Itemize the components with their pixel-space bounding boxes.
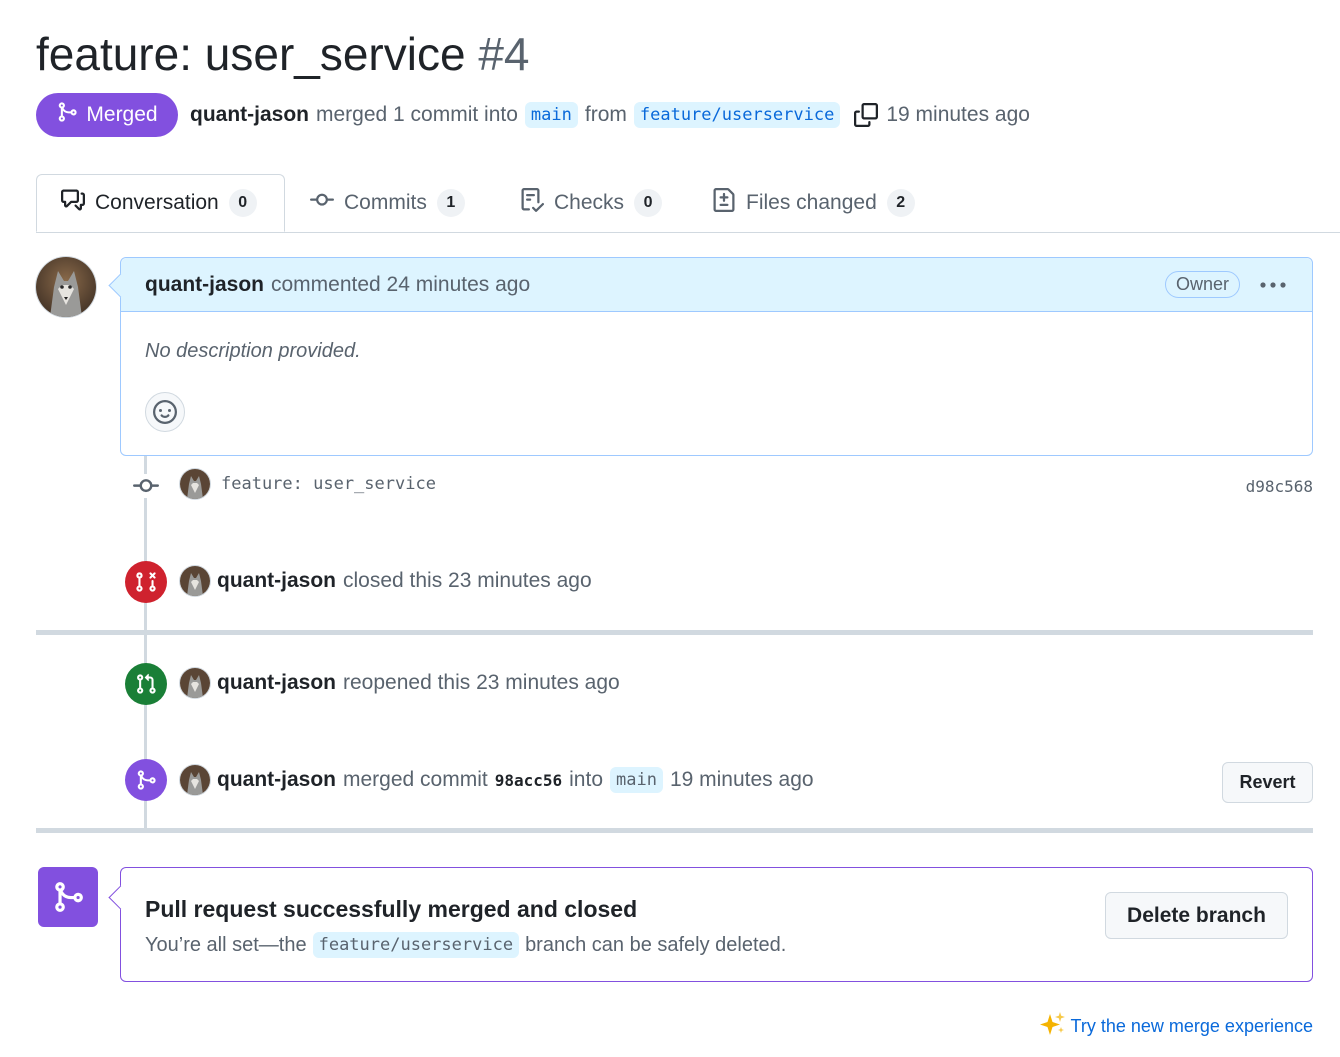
comment-box: quant-jason commented 24 minutes ago Own… (108, 257, 1313, 456)
merge-commit-sha[interactable]: 98acc56 (495, 771, 562, 790)
tab-counter: 0 (228, 189, 257, 217)
avatar[interactable] (180, 469, 210, 499)
tab-files-changed[interactable]: Files changed 2 (712, 174, 915, 232)
revert-button[interactable]: Revert (1222, 762, 1313, 803)
merge-base-branch[interactable]: main (610, 767, 663, 793)
smiley-icon[interactable] (145, 392, 185, 432)
event-text: merged commit (343, 768, 488, 791)
avatar[interactable] (36, 257, 96, 317)
pr-number: #4 (478, 28, 530, 80)
comment-action: commented 24 minutes ago (271, 272, 531, 296)
subtitle-before: You’re all set—the (145, 933, 307, 956)
git-commit-icon (132, 474, 160, 498)
tab-commits[interactable]: Commits 1 (310, 174, 465, 232)
closed-event: quant-jason closed this 23 minutes ago (180, 566, 592, 596)
page-title: feature: user_service #4 (36, 26, 530, 82)
timeline-divider (36, 828, 1313, 833)
tab-label: Files changed (746, 191, 877, 214)
state-label: Merged (86, 103, 158, 126)
git-merge-icon (56, 101, 78, 129)
file-diff-icon (712, 188, 736, 218)
tab-counter: 1 (436, 189, 465, 217)
sparkles-icon (1039, 1010, 1067, 1043)
checklist-icon (520, 188, 545, 218)
try-link-label: Try the new merge experience (1070, 1016, 1313, 1036)
commit-sha[interactable]: d98c568 (1246, 477, 1313, 496)
event-into: into (569, 768, 603, 791)
copy-icon[interactable] (853, 102, 879, 128)
merge-status-box: Pull request successfully merged and clo… (108, 867, 1313, 982)
event-user[interactable]: quant-jason (217, 768, 336, 792)
commit-event: feature: user_service (180, 469, 436, 499)
avatar[interactable] (180, 765, 210, 795)
event-text: closed this 23 minutes ago (343, 569, 592, 592)
merge-status-subtitle: You’re all set—the feature/userservice b… (145, 932, 786, 958)
pr-meta: quant-jason merged 1 commit into main fr… (190, 98, 1030, 132)
commit-message[interactable]: feature: user_service (221, 474, 436, 494)
avatar[interactable] (180, 668, 210, 698)
reopened-event: quant-jason reopened this 23 minutes ago (180, 668, 620, 698)
tab-counter: 0 (634, 189, 663, 217)
git-merge-icon (125, 759, 167, 801)
tab-counter: 2 (886, 189, 915, 217)
event-text: reopened this 23 minutes ago (343, 671, 620, 694)
tab-label: Commits (344, 191, 427, 214)
comment-author[interactable]: quant-jason (145, 273, 264, 297)
merge-status-title: Pull request successfully merged and clo… (145, 896, 638, 922)
tab-conversation[interactable]: Conversation 0 (36, 174, 285, 232)
kebab-horizontal-icon[interactable] (1258, 275, 1288, 295)
tab-label: Conversation (95, 191, 219, 214)
tab-bar: Conversation 0 Commits 1 Checks 0 Files … (36, 174, 1340, 233)
event-time: 19 minutes ago (669, 768, 814, 791)
timeline-divider (36, 630, 1313, 635)
pr-title: feature: user_service (36, 28, 466, 80)
base-branch[interactable]: main (524, 102, 578, 128)
delete-branch-button[interactable]: Delete branch (1105, 892, 1288, 939)
comment-body: No description provided. (145, 340, 361, 362)
from-text: from (584, 103, 627, 126)
merged-event: quant-jason merged commit 98acc56 into m… (180, 764, 814, 796)
pr-time: 19 minutes ago (886, 103, 1030, 126)
head-branch[interactable]: feature/userservice (633, 102, 841, 128)
event-user[interactable]: quant-jason (217, 569, 336, 593)
tab-label: Checks (554, 191, 625, 214)
tab-checks[interactable]: Checks 0 (520, 174, 663, 232)
owner-badge: Owner (1164, 271, 1240, 298)
event-user[interactable]: quant-jason (217, 671, 336, 695)
git-pull-request-icon (125, 663, 167, 705)
subtitle-after: branch can be safely deleted. (525, 933, 787, 956)
merge-text: merged 1 commit into (316, 103, 518, 126)
comment-discussion-icon (61, 188, 85, 218)
git-merge-icon (38, 867, 98, 927)
comment-header: quant-jason commented 24 minutes ago Own… (121, 258, 1312, 312)
git-pull-request-closed-icon (125, 561, 167, 603)
author-link[interactable]: quant-jason (190, 103, 309, 127)
git-commit-icon (310, 188, 334, 218)
try-merge-experience-link[interactable]: Try the new merge experience (1039, 1010, 1313, 1043)
merged-state-badge: Merged (36, 93, 178, 137)
avatar[interactable] (180, 566, 210, 596)
deletable-branch[interactable]: feature/userservice (312, 932, 520, 958)
